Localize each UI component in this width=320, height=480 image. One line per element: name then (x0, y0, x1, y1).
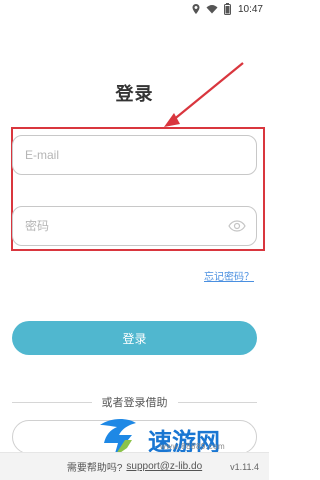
wifi-icon (206, 3, 218, 15)
email-field[interactable] (12, 135, 257, 175)
status-bar: 10:47 (0, 0, 269, 18)
forgot-password-link[interactable]: 忘记密码？ (204, 268, 254, 283)
status-time: 10:47 (237, 3, 263, 15)
app-version: v1.11.4 (230, 461, 259, 472)
password-input[interactable] (23, 218, 222, 234)
divider-line-right (177, 401, 257, 403)
alt-login-button[interactable] (12, 420, 257, 454)
battery-icon (222, 3, 234, 15)
divider-line-left (12, 401, 92, 403)
help-row: 需要帮助吗? support@z-lib.do (67, 459, 202, 474)
support-email-link[interactable]: support@z-lib.do (126, 461, 202, 472)
help-text: 需要帮助吗? (66, 463, 123, 474)
location-icon (190, 3, 202, 15)
login-button[interactable]: 登录 (12, 321, 257, 355)
eye-icon[interactable] (228, 220, 246, 232)
footer: 需要帮助吗? support@z-lib.do v1.11.4 (0, 452, 269, 480)
page-title: 登录 (115, 84, 154, 105)
password-field[interactable] (12, 206, 257, 246)
alt-login-divider: 或者登录借助 (12, 392, 257, 412)
login-screen: 10:47 登录 忘记密码？ 登录 或者登录借助 速游网 www.88889.c… (0, 0, 269, 480)
alt-login-label: 或者登录借助 (101, 396, 168, 409)
status-icons (190, 3, 234, 15)
email-input[interactable] (23, 147, 246, 163)
